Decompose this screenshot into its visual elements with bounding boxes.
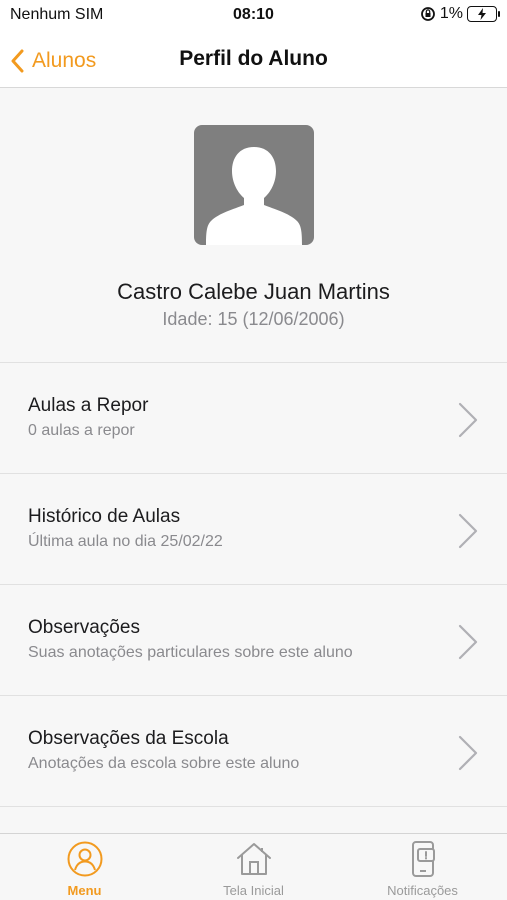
chevron-right-icon — [458, 624, 478, 660]
menu-item-title: Observações — [28, 617, 140, 638]
back-button[interactable]: Alunos — [10, 42, 96, 80]
menu-item-subtitle: Última aula no dia 25/02/22 — [28, 533, 223, 550]
menu-item-title: Histórico de Aulas — [28, 506, 181, 527]
menu-item-historico-de-aulas[interactable]: Histórico de Aulas Última aula no dia 25… — [0, 474, 507, 585]
menu-item-title: Observações da Escola — [28, 728, 229, 749]
chevron-right-icon — [458, 513, 478, 549]
student-age: Idade: 15 (12/06/2006) — [162, 309, 345, 329]
tab-label: Menu — [67, 883, 102, 898]
menu-item-subtitle: Suas anotações particulares sobre este a… — [28, 644, 353, 661]
tab-bar: Menu Tela Inicial Notificações — [0, 833, 507, 900]
back-button-label: Alunos — [32, 49, 97, 72]
profile-header: Castro Calebe Juan Martins Idade: 15 (12… — [0, 89, 507, 363]
menu-item-observacoes[interactable]: Observações Suas anotações particulares … — [0, 585, 507, 696]
menu-item-observacoes-da-escola[interactable]: Observações da Escola Anotações da escol… — [0, 696, 507, 807]
home-icon — [237, 843, 271, 875]
battery-charging-icon — [467, 6, 500, 22]
user-circle-icon — [67, 841, 103, 877]
orientation-lock-icon — [420, 7, 435, 21]
chevron-right-icon — [458, 402, 478, 438]
avatar — [194, 125, 314, 245]
menu-item-aulas-a-repor[interactable]: Aulas a Repor 0 aulas a repor — [0, 363, 507, 474]
tab-label: Tela Inicial — [223, 883, 284, 898]
phone-notification-icon — [412, 841, 435, 877]
battery-percent: 1% — [439, 5, 463, 22]
navigation-bar: Alunos Perfil do Aluno — [0, 34, 507, 88]
menu-item-title: Aulas a Repor — [28, 395, 149, 416]
menu-item-subtitle: 0 aulas a repor — [28, 422, 135, 439]
tab-tela-inicial[interactable]: Tela Inicial — [169, 834, 338, 900]
status-right: 1% — [420, 5, 500, 23]
menu-item-subtitle: Anotações da escola sobre este aluno — [28, 755, 300, 772]
chevron-left-icon — [11, 49, 24, 73]
tab-label: Notificações — [387, 883, 458, 898]
profile-menu-list: Aulas a Repor 0 aulas a repor Histórico … — [0, 363, 507, 807]
chevron-right-icon — [458, 735, 478, 771]
user-placeholder-icon — [206, 147, 302, 245]
status-bar: Nenhum SIM 08:10 1% — [0, 0, 507, 34]
tab-menu[interactable]: Menu — [0, 834, 169, 900]
tab-notificacoes[interactable]: Notificações — [338, 834, 507, 900]
student-name: Castro Calebe Juan Martins — [117, 279, 390, 304]
